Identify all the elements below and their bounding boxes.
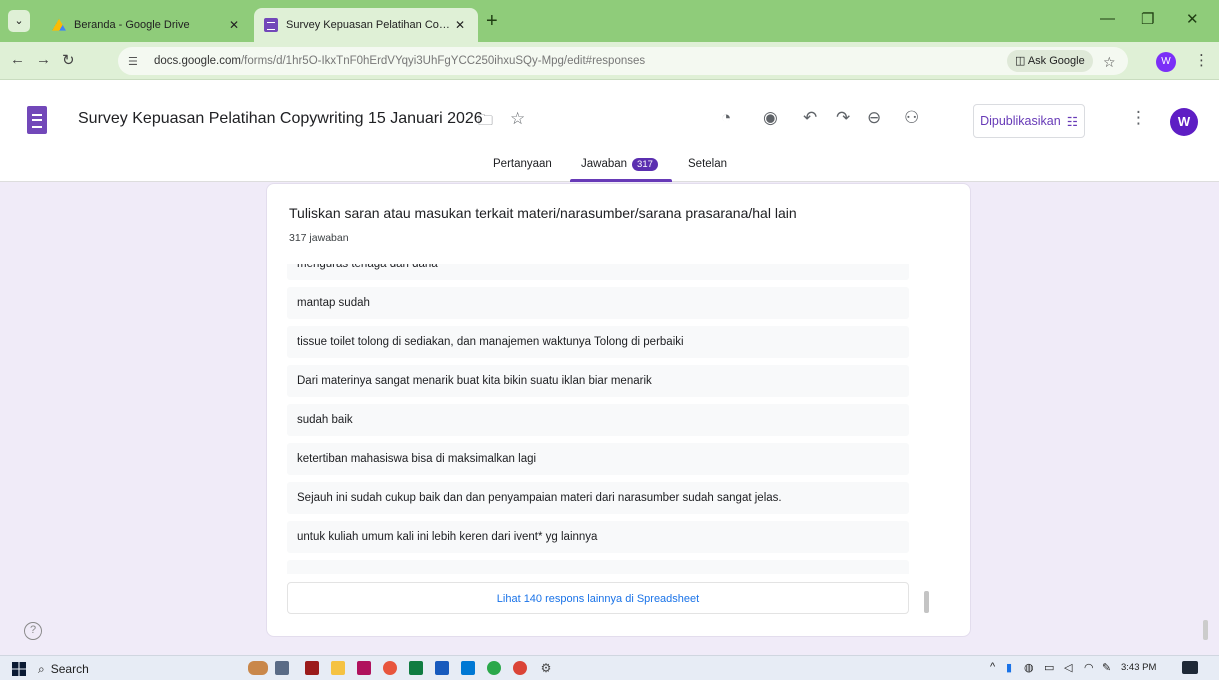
search-icon: ⌕ — [38, 661, 45, 676]
preview-eye-icon[interactable]: ◉ — [763, 108, 778, 128]
notifications-icon[interactable] — [1182, 661, 1198, 674]
list-item: ketertiban mahasiswa bisa di maksimalkan… — [287, 443, 909, 475]
reload-icon[interactable]: ↻ — [62, 51, 75, 69]
widgets-icon[interactable] — [248, 661, 268, 675]
address-bar[interactable]: ☰ docs.google.com /forms/d/1hr5O-IkxTnF0… — [118, 47, 1128, 75]
restore-icon[interactable]: ❐ — [1141, 10, 1154, 28]
list-scrollbar[interactable] — [924, 591, 929, 613]
list-item: Sejauh ini sudah cukup baik dan dan peny… — [287, 482, 909, 514]
tab-search-button[interactable]: ⌄ — [8, 10, 30, 32]
add-collaborator-icon[interactable]: ⚇ — [904, 108, 919, 128]
form-tabs: Pertanyaan Jawaban 317 Setelan — [0, 154, 1219, 182]
tab-questions[interactable]: Pertanyaan — [493, 158, 552, 170]
store-icon[interactable] — [461, 661, 475, 675]
account-avatar[interactable]: W — [1170, 108, 1198, 136]
file-explorer-icon[interactable] — [331, 661, 345, 675]
palette-icon[interactable]: ◔ — [721, 108, 731, 128]
google-forms-icon — [264, 18, 278, 32]
question-title: Tuliskan saran atau masukan terkait mate… — [289, 205, 797, 221]
firefox-icon[interactable] — [383, 661, 397, 675]
taskbar-search-label: Search — [50, 662, 89, 676]
window-close-icon[interactable]: ✕ — [1186, 10, 1199, 28]
excel-icon[interactable] — [409, 661, 423, 675]
word-icon[interactable] — [435, 661, 449, 675]
list-item: mantap sudah — [287, 287, 909, 319]
help-icon[interactable]: ? — [24, 622, 42, 640]
clock[interactable]: 3:43 PM — [1121, 662, 1156, 673]
response-list[interactable]: menguras tenaga dan dana mantap sudah ti… — [287, 264, 909, 574]
link-icon[interactable]: ⊖ — [867, 108, 881, 128]
onedrive-icon[interactable]: ▮ — [1006, 661, 1012, 674]
publish-settings-icon: ☷ — [1066, 114, 1078, 129]
taskbar-search[interactable]: ⌕ Search — [38, 659, 89, 679]
network-icon[interactable]: ◍ — [1024, 661, 1034, 674]
ask-google-button[interactable]: ◫ Ask Google — [1007, 50, 1093, 72]
responses-count-badge: 317 — [632, 158, 658, 171]
browser-tab-drive[interactable]: Beranda - Google Drive ✕ — [42, 8, 252, 42]
form-title[interactable]: Survey Kepuasan Pelatihan Copywriting 15… — [78, 110, 483, 128]
wifi-icon[interactable]: ◠ — [1084, 661, 1094, 674]
windows-start-icon[interactable] — [12, 662, 26, 676]
tab-title: Beranda - Google Drive — [74, 19, 190, 31]
close-icon[interactable]: ✕ — [226, 18, 242, 32]
forward-arrow-icon[interactable]: → — [36, 51, 51, 68]
chevron-up-icon[interactable]: ^ — [990, 661, 995, 673]
active-tab-indicator — [570, 179, 672, 182]
new-tab-button[interactable]: + — [486, 10, 498, 33]
tab-title: Survey Kepuasan Pelatihan Cop... — [286, 19, 452, 31]
battery-icon[interactable]: ▭ — [1044, 661, 1054, 674]
list-item: tissue toilet tolong di sediakan, dan ma… — [287, 326, 909, 358]
browser-tab-forms[interactable]: Survey Kepuasan Pelatihan Cop... ✕ — [254, 8, 478, 42]
url-path: /forms/d/1hr5O-IkxTnF0hErdVYqyi3UhFgYCC2… — [240, 55, 646, 67]
tab-responses-label: Jawaban — [581, 158, 628, 170]
page-scrollbar[interactable] — [1203, 620, 1208, 640]
list-item: untuk kuliah umum kali ini lebih keren d… — [287, 521, 909, 553]
list-item: menguras tenaga dan dana — [287, 264, 909, 280]
google-drive-icon — [52, 18, 66, 31]
tab-settings[interactable]: Setelan — [688, 158, 727, 170]
edge-icon[interactable] — [487, 661, 501, 675]
forms-header: Survey Kepuasan Pelatihan Copywriting 15… — [0, 80, 1219, 182]
browser-tab-strip: ⌄ Beranda - Google Drive ✕ Survey Kepuas… — [0, 0, 1219, 42]
question-summary-card: Tuliskan saran atau masukan terkait mate… — [266, 183, 971, 637]
redo-icon[interactable]: ↷ — [836, 108, 850, 128]
star-icon[interactable]: ☆ — [510, 109, 525, 129]
list-item — [287, 560, 909, 574]
view-more-in-spreadsheet-link[interactable]: Lihat 140 respons lainnya di Spreadsheet — [287, 582, 909, 614]
folder-icon[interactable]: 🗀 — [478, 110, 493, 135]
pen-icon[interactable]: ✎ — [1102, 661, 1111, 674]
browser-toolbar: ← → ↻ ☰ docs.google.com /forms/d/1hr5O-I… — [0, 42, 1219, 80]
volume-icon[interactable]: ◁ — [1064, 661, 1072, 674]
minimize-icon[interactable]: — — [1100, 10, 1115, 27]
undo-icon[interactable]: ↶ — [803, 108, 817, 128]
acrobat-icon[interactable] — [305, 661, 319, 675]
chrome-icon[interactable] — [513, 661, 527, 675]
close-icon[interactable]: ✕ — [452, 18, 468, 32]
app-icon[interactable] — [357, 661, 371, 675]
site-settings-icon[interactable]: ☰ — [128, 55, 144, 68]
publish-label: Dipublikasikan — [980, 114, 1061, 128]
settings-gear-icon[interactable]: ⚙ — [539, 661, 553, 675]
bookmark-star-icon[interactable]: ☆ — [1103, 54, 1116, 71]
windows-taskbar: ⌕ Search ⚙ ^ ▮ ◍ ▭ ◁ ◠ ✎ 3:43 PM — [0, 655, 1219, 680]
tab-responses[interactable]: Jawaban 317 — [581, 158, 658, 171]
lens-icon: ◫ — [1015, 55, 1028, 67]
list-item: sudah baik — [287, 404, 909, 436]
list-item: Dari materinya sangat menarik buat kita … — [287, 365, 909, 397]
response-count: 317 jawaban — [289, 232, 349, 244]
browser-profile-avatar[interactable]: W — [1156, 52, 1176, 72]
task-view-icon[interactable] — [275, 661, 289, 675]
back-arrow-icon[interactable]: ← — [10, 51, 25, 68]
browser-menu-icon[interactable]: ⋮ — [1194, 51, 1209, 69]
url-host: docs.google.com — [154, 55, 241, 67]
more-options-icon[interactable]: ⋮ — [1130, 108, 1147, 128]
published-button[interactable]: Dipublikasikan ☷ — [973, 104, 1085, 138]
google-forms-logo-icon[interactable] — [27, 106, 47, 134]
ask-google-label: Ask Google — [1027, 55, 1085, 67]
